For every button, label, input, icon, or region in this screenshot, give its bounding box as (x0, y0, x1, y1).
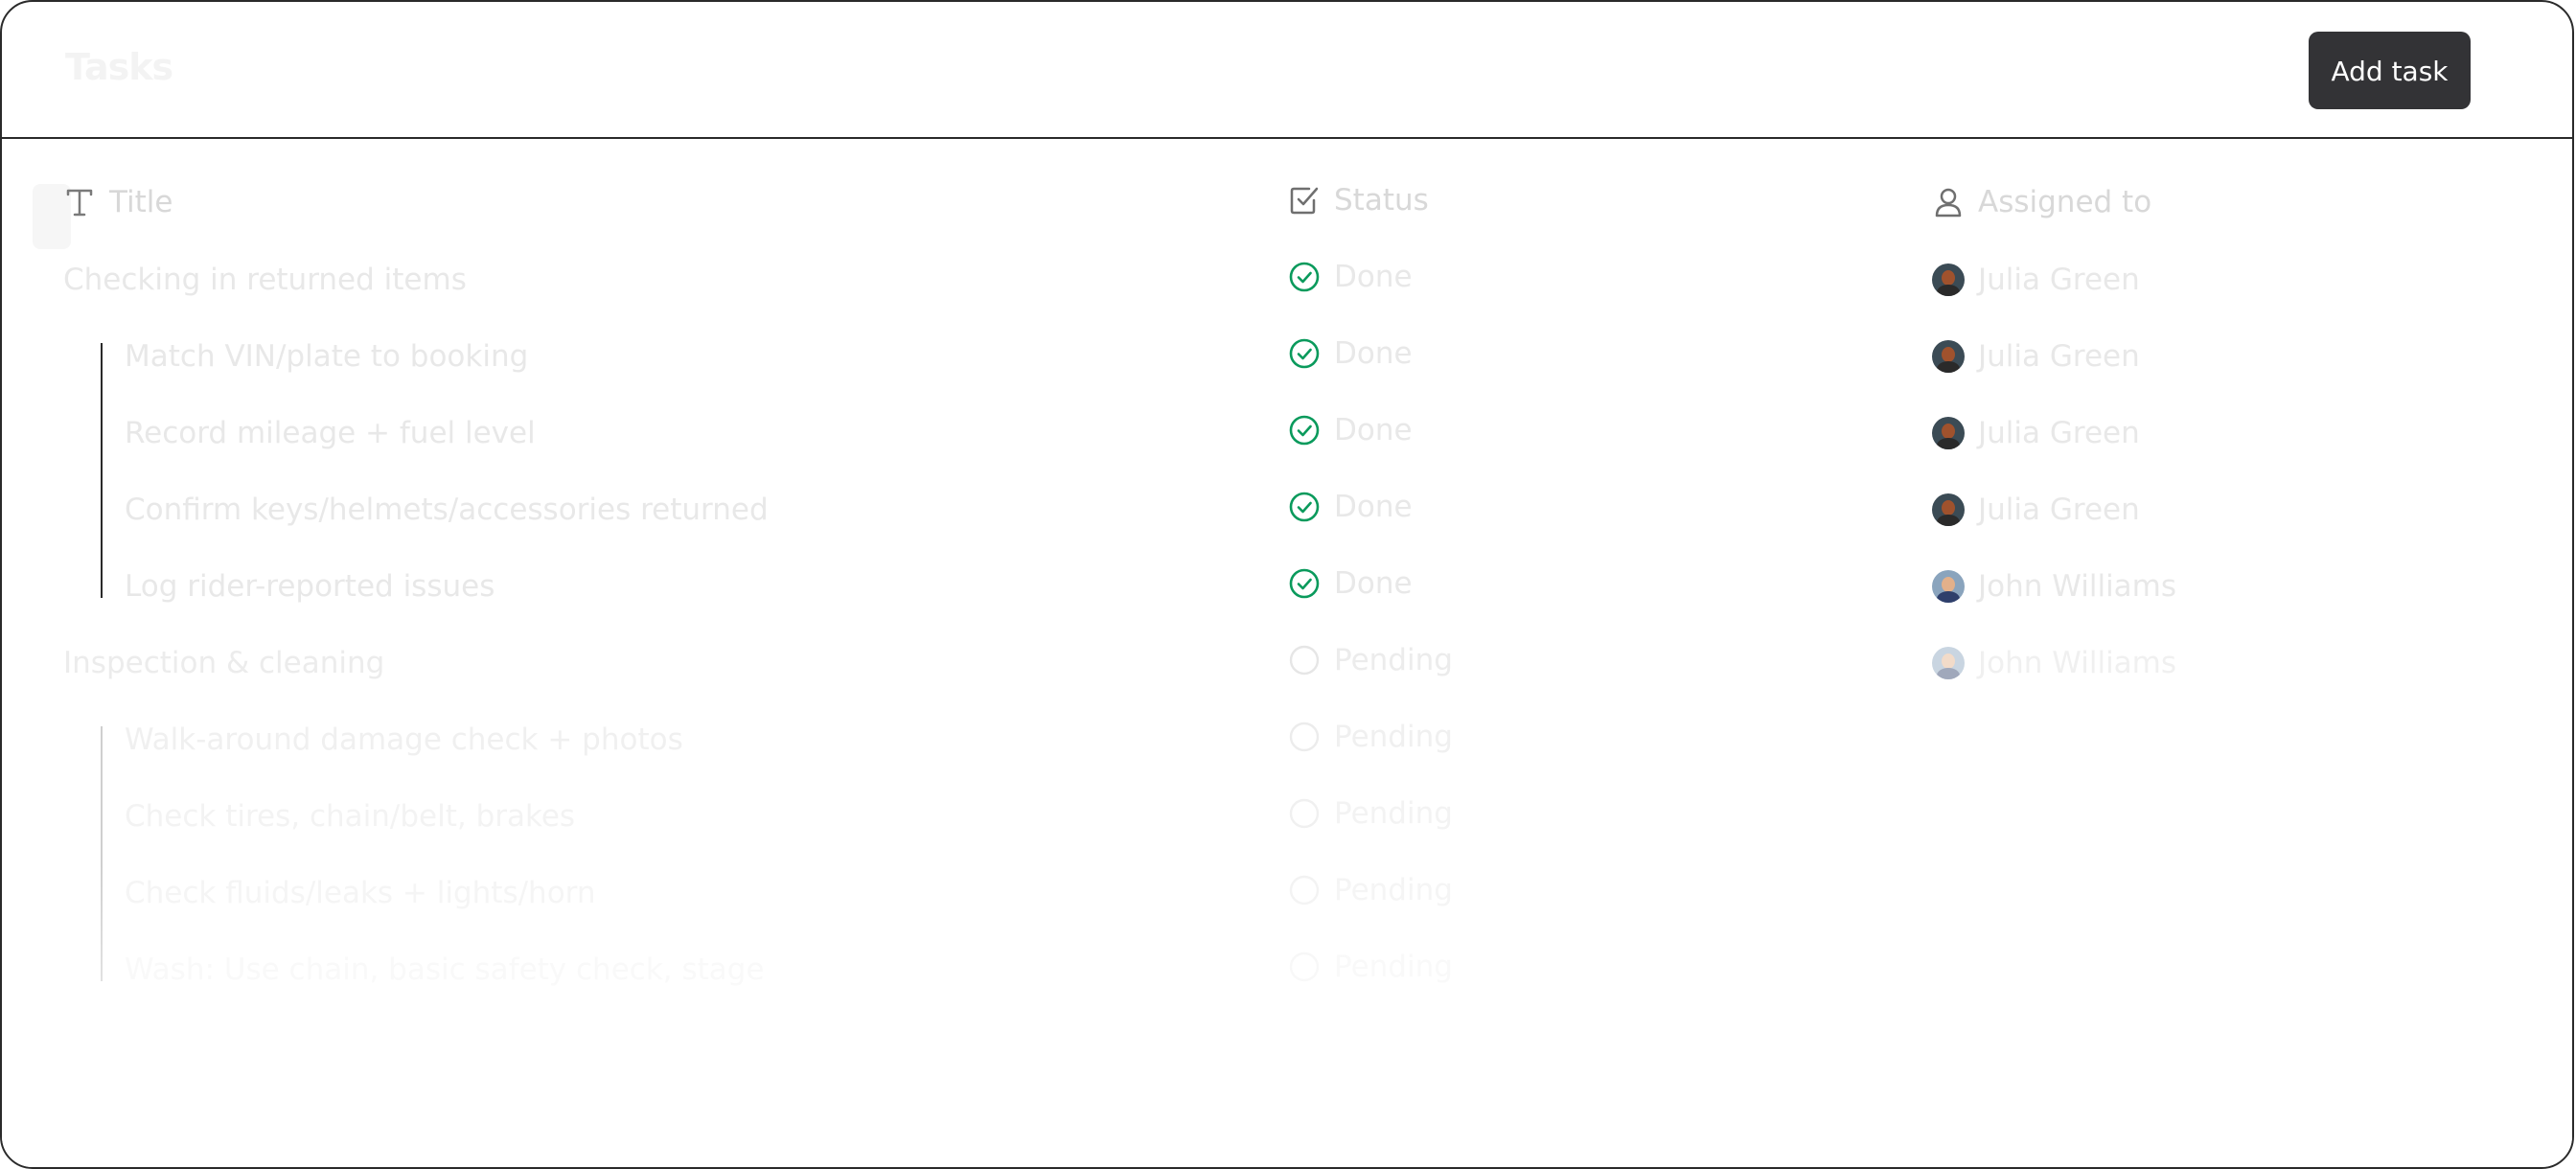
empty-circle-icon (1289, 798, 1320, 829)
check-circle-icon (1289, 262, 1320, 292)
assignee-cell[interactable]: Julia Green (1932, 241, 2140, 318)
avatar (1932, 340, 1965, 373)
status-cell[interactable]: Done (1288, 392, 1413, 469)
header-bar: Tasks Add task (2, 2, 2572, 139)
text-type-icon (66, 189, 93, 217)
table-row[interactable]: Walk-around damage check + photos Pendin… (2, 701, 2572, 778)
status-label: Pending (1334, 643, 1453, 677)
status-cell[interactable]: Pending (1288, 775, 1453, 852)
status-cell[interactable]: Pending (1288, 622, 1453, 699)
check-circle-icon (1289, 568, 1320, 599)
status-label: Done (1334, 336, 1413, 371)
status-cell[interactable]: Done (1288, 469, 1413, 545)
page-title: Tasks (65, 46, 173, 88)
assignee-cell[interactable]: Julia Green (1932, 318, 2140, 395)
column-header-title-label: Title (109, 185, 173, 219)
check-circle-icon (1289, 338, 1320, 369)
person-icon (1935, 188, 1962, 218)
table-row[interactable]: Wash: Use chain, basic safety check, sta… (2, 931, 2572, 1008)
column-header-assigned[interactable]: Assigned to (1932, 181, 2151, 223)
assignee-name: Julia Green (1978, 339, 2140, 374)
status-label: Done (1334, 490, 1413, 524)
status-label: Pending (1334, 950, 1453, 984)
task-title: Confirm keys/helmets/accessories returne… (125, 493, 769, 527)
assignee-name: Julia Green (1978, 416, 2140, 450)
status-cell[interactable]: Pending (1288, 928, 1453, 1005)
table-row[interactable]: Record mileage + fuel level Done Julia G… (2, 395, 2572, 471)
task-title: Walk-around damage check + photos (125, 722, 683, 757)
table-row[interactable]: Checking in returned items Done Julia Gr… (2, 241, 2572, 318)
task-title: Checking in returned items (63, 263, 467, 297)
task-title: Check tires, chain/belt, brakes (125, 799, 576, 834)
status-label: Pending (1334, 873, 1453, 907)
check-circle-icon (1289, 415, 1320, 446)
status-label: Pending (1334, 720, 1453, 754)
assignee-name: John Williams (1978, 646, 2177, 680)
empty-circle-icon (1289, 645, 1320, 676)
assignee-cell[interactable]: Julia Green (1932, 471, 2140, 548)
avatar (1932, 264, 1965, 296)
status-cell[interactable]: Pending (1288, 852, 1453, 928)
check-circle-icon (1289, 492, 1320, 522)
avatar (1932, 493, 1965, 526)
status-label: Done (1334, 566, 1413, 601)
status-cell[interactable]: Done (1288, 545, 1413, 622)
empty-circle-icon (1289, 722, 1320, 752)
table-row[interactable]: Check fluids/leaks + lights/horn Pending (2, 855, 2572, 931)
task-title: Log rider-reported issues (125, 569, 495, 604)
status-label: Pending (1334, 796, 1453, 831)
table-row[interactable]: Confirm keys/helmets/accessories returne… (2, 471, 2572, 548)
table-row[interactable]: Check tires, chain/belt, brakes Pending (2, 778, 2572, 855)
status-cell[interactable]: Pending (1288, 699, 1453, 775)
avatar (1932, 570, 1965, 603)
column-header-status[interactable]: Status (1288, 179, 1429, 221)
avatar (1932, 647, 1965, 679)
empty-circle-icon (1289, 875, 1320, 905)
assignee-name: John Williams (1978, 569, 2177, 604)
add-task-button[interactable]: Add task (2309, 32, 2471, 109)
task-title: Match VIN/plate to booking (125, 339, 529, 374)
table-row[interactable]: Match VIN/plate to booking Done Julia Gr… (2, 318, 2572, 395)
assignee-cell[interactable]: John Williams (1932, 548, 2176, 625)
table-row[interactable]: Log rider-reported issues Done John Will… (2, 548, 2572, 625)
column-header-assigned-label: Assigned to (1978, 185, 2152, 219)
table-row[interactable]: Inspection & cleaning Pending John Willi… (2, 625, 2572, 701)
column-header-status-label: Status (1334, 183, 1429, 218)
empty-circle-icon (1289, 951, 1320, 982)
task-title: Inspection & cleaning (63, 646, 385, 680)
assignee-name: Julia Green (1978, 263, 2140, 297)
task-title: Record mileage + fuel level (125, 416, 536, 450)
assignee-cell[interactable]: Julia Green (1932, 395, 2140, 471)
task-title: Check fluids/leaks + lights/horn (125, 876, 596, 910)
avatar (1932, 417, 1965, 449)
column-header-title[interactable]: Title (63, 181, 172, 223)
app-window: Tasks Add task Title Status Assigned to … (0, 0, 2574, 1169)
status-cell[interactable]: Done (1288, 239, 1413, 315)
assignee-name: Julia Green (1978, 493, 2140, 527)
status-label: Done (1334, 413, 1413, 447)
status-cell[interactable]: Done (1288, 315, 1413, 392)
task-title: Wash: Use chain, basic safety check, sta… (125, 952, 765, 987)
assignee-cell[interactable]: John Williams (1932, 625, 2176, 701)
checkbox-icon (1290, 187, 1319, 215)
status-label: Done (1334, 260, 1413, 294)
